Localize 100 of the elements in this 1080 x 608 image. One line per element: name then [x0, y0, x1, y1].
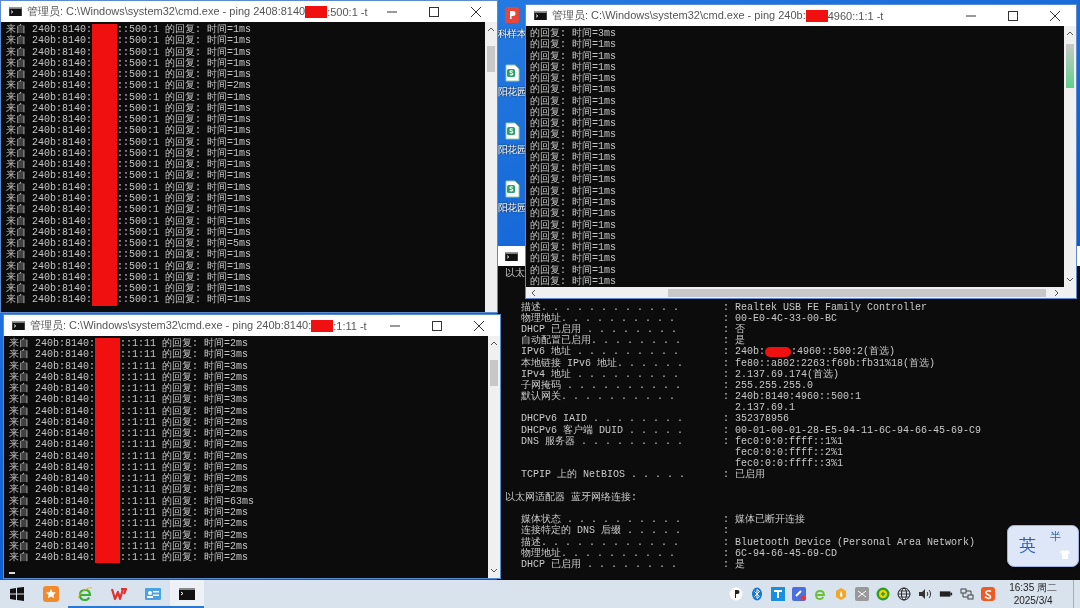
clock-date: 2025/3/4 [1013, 594, 1053, 607]
console-line: 来自 240b:8140: [6, 170, 92, 182]
scrollbar-thumb[interactable] [487, 46, 495, 72]
scrollbar-thumb[interactable] [490, 360, 498, 386]
console-line: ::500:1 的回复: 时间=1ms [117, 91, 252, 103]
console-line: : fec0:0:0:ffff::1%1 [723, 435, 844, 447]
console-line: 来自 240b:8140: [6, 294, 92, 306]
console-line: 媒体状态 . . . . . . . . . . [521, 514, 682, 526]
console-line: ::500:1 的回复: 时间=1ms [117, 147, 252, 159]
console-line: 来自 240b:8140: [9, 349, 95, 361]
wps-logo-icon [111, 586, 127, 602]
console-line: ::1:11 的回复: 时间=2ms [120, 518, 249, 530]
console-line: 来自 240b:8140: [6, 46, 92, 58]
app-tray-icon[interactable] [771, 587, 786, 601]
console-line: 来自 240b:8140: [9, 371, 95, 383]
sogou-icon[interactable] [981, 587, 996, 601]
console-line: 来自 240b:8140: [6, 283, 92, 295]
clock-time: 16:35 周二 [1009, 581, 1057, 594]
console-line: 来自 240b:8140: [9, 394, 95, 406]
network-icon[interactable] [960, 587, 975, 601]
maximize-icon [429, 6, 439, 17]
app-tray-icon[interactable] [792, 587, 807, 601]
console-line: ::500:1 的回复: 时间=1ms [117, 193, 252, 204]
terminal-icon [179, 588, 195, 600]
redaction-mark [92, 294, 117, 306]
scrollbar[interactable] [488, 336, 500, 578]
clock[interactable]: 16:35 周二 2025/3/4 [1009, 581, 1057, 607]
presentation-file-icon[interactable] [504, 6, 520, 24]
input-method-widget[interactable]: 英 半 [1007, 525, 1079, 567]
taskbar-app[interactable] [170, 580, 204, 608]
console-line: 来自 240b:8140: [6, 204, 92, 216]
console-line: 的回复: 时间=1ms [530, 219, 616, 231]
console-line: 默认网关. . . . . . . . . . [521, 391, 676, 403]
desktop-icon-label[interactable]: 阳花园 [497, 85, 527, 99]
console-line: ::500:1 的回复: 时间=2ms [117, 80, 252, 92]
console-line: 来自 240b:8140: [9, 484, 95, 496]
console-line: ::500:1 的回复: 时间=1ms [117, 102, 252, 114]
bluetooth-icon[interactable] [750, 587, 765, 601]
console-line: ::500:1 的回复: 时间=1ms [117, 136, 252, 148]
console-line: : 00-01-00-01-28-E5-94-11-6C-94-66-45-69-C9 [723, 424, 982, 436]
input-mode-label[interactable]: 英 [1019, 534, 1036, 557]
close-icon [1050, 10, 1060, 21]
globe-icon[interactable] [897, 587, 912, 601]
spreadsheet-file-icon[interactable] [504, 122, 520, 140]
scrollbar-thumb[interactable] [668, 288, 1046, 297]
console-line: 的回复: 时间=1ms [530, 106, 616, 118]
desktop-icon-label[interactable]: 阳花园 [497, 143, 527, 157]
console-line: 的回复: 时间=1ms [530, 242, 616, 254]
console-line: : 352378956 [723, 413, 789, 425]
console-line: 来自 240b:8140: [9, 473, 95, 485]
desktop-icon-label[interactable]: 阳花园 [497, 201, 527, 215]
console-line: 以太 [505, 268, 525, 279]
scrollbar[interactable] [526, 287, 1076, 298]
console-line: 的回复: 时间=1ms [530, 275, 616, 288]
console-line: ::1:11 的回复: 时间=2ms [120, 405, 249, 417]
console-line: 来自 240b:8140: [9, 450, 95, 462]
console-line: 的回复: 时间=1ms [530, 151, 616, 163]
console-line: 来自 240b:8140: [6, 57, 92, 69]
console-line: 以太网适配器 蓝牙网络连接: [505, 491, 637, 503]
app-tray-icon[interactable] [855, 587, 870, 601]
console-line: 来自 240b:8140: [9, 338, 95, 349]
console-line: 的回复: 时间=1ms [530, 95, 616, 107]
console-line: : 6C-94-66-45-69-CD [723, 547, 838, 559]
console-line: 的回复: 时间=1ms [530, 129, 616, 141]
spreadsheet-file-icon[interactable] [504, 64, 520, 82]
console-line: 的回复: 时间=1ms [530, 84, 616, 96]
terminal-icon [9, 7, 22, 16]
console-line: fec0:0:0:ffff::3%1 [734, 458, 844, 470]
console-line: ::500:1 的回复: 时间=1ms [117, 204, 252, 216]
volume-icon[interactable] [918, 587, 933, 601]
console-line: 来自 240b:8140: [6, 80, 92, 92]
console-line: 本地链接 IPv6 地址. . . . . . [521, 357, 684, 369]
console-line: ::500:1 的回复: 时间=1ms [117, 294, 252, 306]
console-line: 的回复: 时间=1ms [530, 264, 616, 276]
scrollbar[interactable] [1064, 26, 1076, 287]
console-line: ::1:11 的回复: 时间=2ms [120, 338, 249, 349]
console-line: ::1:11 的回复: 时间=63ms [120, 495, 255, 507]
console-line: : [723, 525, 729, 537]
console-line: : 00-E0-4C-33-00-BC [723, 312, 838, 324]
console-line: ::500:1 的回复: 时间=1ms [117, 114, 252, 126]
console-line: ::1:11 的回复: 时间=2ms [120, 484, 249, 496]
console-line: : 否 [723, 323, 745, 335]
console-line: 的回复: 时间=1ms [530, 39, 616, 51]
window-title: 管理员: C:\Windows\system32\cmd.exe - ping 2408:8140 [27, 4, 306, 19]
console-line: 来自 240b:8140: [9, 439, 95, 451]
console-line: ::1:11 的回复: 时间=3ms [120, 383, 249, 395]
console-line: 来自 240b:8140: [9, 507, 95, 518]
console-line: ::1:11 的回复: 时间=2ms [120, 416, 249, 428]
console-line: ::500:1 的回复: 时间=1ms [117, 283, 252, 295]
scrollbar-thumb[interactable] [1066, 44, 1074, 88]
console-line: IPv6 地址 . . . . . . . . . [521, 346, 680, 358]
console-line: 的回复: 时间=1ms [530, 140, 616, 152]
console-line: ::1:11 的回复: 时间=2ms [120, 428, 249, 440]
console-line: DHCPv6 客户端 DUID . . . . . [521, 424, 684, 436]
redaction-mark [95, 338, 120, 350]
console-line: 的回复: 时间=1ms [530, 185, 616, 197]
width-mode-label[interactable]: 半 [1050, 529, 1061, 544]
console-line: 的回复: 时间=1ms [530, 118, 616, 130]
spreadsheet-file-icon[interactable] [504, 180, 520, 198]
scrollbar[interactable] [485, 22, 497, 312]
